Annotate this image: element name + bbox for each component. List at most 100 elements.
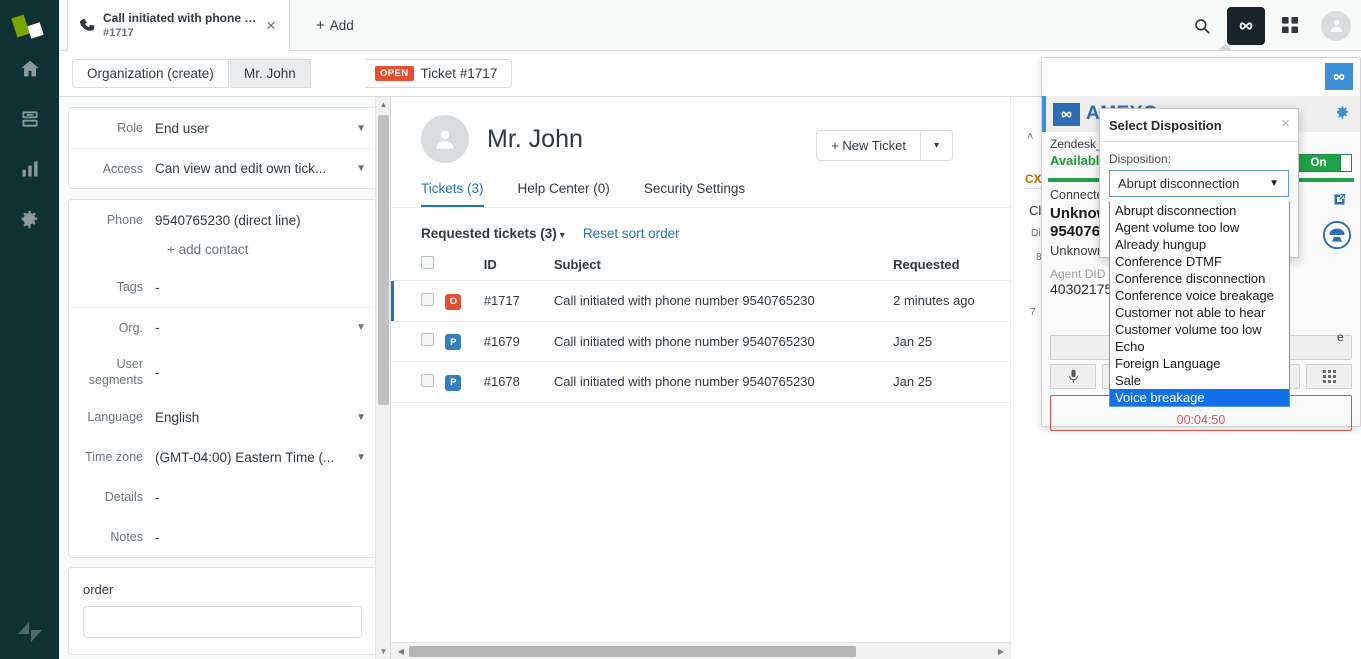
chevron-down-icon[interactable]: ▼ [350, 322, 366, 333]
scroll-right-icon[interactable]: ▶ [993, 643, 1009, 659]
option-customer-volume-too-low[interactable]: Customer volume too low [1110, 321, 1289, 338]
tab-security-settings[interactable]: Security Settings [644, 181, 745, 207]
option-customer-not-able-to-hear[interactable]: Customer not able to hear [1110, 304, 1289, 321]
scroll-down-icon[interactable]: ▼ [376, 644, 390, 659]
ameyo-infinity-icon[interactable] [1227, 6, 1265, 45]
chevron-down-icon[interactable]: ▼ [350, 163, 366, 174]
row-checkbox[interactable] [421, 373, 434, 387]
row-requested: 2 minutes ago [893, 280, 1011, 322]
add-contact-button[interactable]: + add contact [69, 240, 376, 267]
row-id[interactable]: #1717 [483, 280, 554, 322]
option-sale[interactable]: Sale [1110, 372, 1289, 389]
field-org[interactable]: Org. - ▼ [69, 307, 376, 347]
option-already-hungup[interactable]: Already hungup [1110, 236, 1289, 253]
phone-icon[interactable] [1322, 220, 1352, 253]
row-id[interactable]: #1678 [483, 361, 554, 403]
option-voice-breakage[interactable]: Voice breakage [1110, 389, 1289, 406]
user-avatar[interactable] [1321, 10, 1351, 41]
select-all-checkbox[interactable] [421, 256, 434, 269]
breadcrumb-item-ticket[interactable]: OPEN Ticket #1717 [365, 59, 513, 88]
main-horizontal-scrollbar[interactable]: ◀ ▶ [391, 642, 1011, 659]
field-label: Time zone [85, 450, 143, 464]
gear-icon[interactable] [1335, 105, 1350, 123]
ticket-tab[interactable]: Call initiated with phone nu... #1717 × [67, 0, 290, 51]
user-role-card: Role End user ▼ Access Can view and edit… [68, 107, 377, 189]
tab-tickets[interactable]: Tickets (3) [421, 181, 484, 207]
chevron-down-icon[interactable]: ▼ [350, 412, 366, 423]
mute-button[interactable] [1050, 364, 1096, 389]
ameyo-logo-icon [1053, 102, 1080, 126]
field-value: - [155, 529, 160, 545]
option-abrupt-disconnection[interactable]: Abrupt disconnection [1110, 202, 1289, 219]
left-panel-scrollbar[interactable]: ▲ ▼ [375, 97, 390, 659]
breadcrumb-item-user[interactable]: Mr. John [230, 59, 311, 88]
cl-label: Cl [1029, 203, 1042, 218]
field-phone[interactable]: Phone 9540765230 (direct line) [69, 200, 376, 240]
row-subject[interactable]: Call initiated with phone number 9540765… [553, 361, 894, 403]
field-time-zone[interactable]: Time zone (GMT-04:00) Eastern Time (... … [69, 437, 376, 477]
tab-help-center[interactable]: Help Center (0) [518, 181, 610, 207]
field-value: - [155, 364, 160, 380]
requested-header[interactable]: Requested [893, 250, 1011, 281]
scrollbar-thumb[interactable] [378, 115, 389, 405]
admin-gear-icon[interactable] [7, 194, 53, 244]
new-ticket-button[interactable]: + New Ticket [816, 130, 921, 161]
ameyo-infinity-icon[interactable] [1325, 63, 1353, 90]
breadcrumb-label: Organization (create) [87, 66, 214, 81]
external-link-icon[interactable] [1332, 192, 1347, 210]
close-icon[interactable]: × [1281, 115, 1290, 132]
table-row[interactable]: O #1717 Call initiated with phone number… [391, 280, 1011, 322]
reset-sort-order-link[interactable]: Reset sort order [583, 226, 680, 241]
chevron-down-icon[interactable]: ▼ [350, 452, 366, 463]
scroll-up-icon[interactable]: ▲ [376, 97, 390, 112]
dialpad-button[interactable] [1306, 364, 1352, 389]
field-role[interactable]: Role End user ▼ [69, 108, 376, 148]
field-language[interactable]: Language English ▼ [69, 397, 376, 437]
row-checkbox[interactable] [421, 333, 434, 347]
home-icon[interactable] [7, 44, 53, 94]
call-timer: 00:04:50 [1176, 413, 1226, 427]
scrollbar-thumb[interactable] [409, 646, 856, 657]
row-subject[interactable]: Call initiated with phone number 9540765… [553, 321, 894, 362]
id-header[interactable]: ID [483, 250, 554, 281]
reporting-icon[interactable] [7, 144, 53, 194]
row-subject[interactable]: Call initiated with phone number 9540765… [553, 280, 894, 322]
field-tags[interactable]: Tags - [69, 267, 376, 307]
option-conference-dtmf[interactable]: Conference DTMF [1110, 253, 1289, 270]
option-foreign-language[interactable]: Foreign Language [1110, 355, 1289, 372]
oncall-toggle[interactable]: On [1296, 154, 1352, 172]
option-echo[interactable]: Echo [1110, 338, 1289, 355]
apps-grid-icon[interactable] [1271, 7, 1309, 45]
scroll-left-icon[interactable]: ◀ [393, 643, 409, 659]
requested-tickets-label[interactable]: Requested tickets (3) ▾ [421, 226, 565, 241]
collapse-caret-icon[interactable]: ˄ [1027, 131, 1033, 143]
search-icon[interactable] [1183, 7, 1221, 45]
add-tab-button[interactable]: + Add [306, 0, 364, 51]
option-conference-disconnection[interactable]: Conference disconnection [1110, 270, 1289, 287]
table-row[interactable]: P #1678 Call initiated with phone number… [391, 361, 1011, 403]
field-value: 9540765230 (direct line) [155, 212, 301, 228]
disposition-select[interactable]: Abrupt disconnection ▼ [1109, 170, 1289, 197]
field-details[interactable]: Details - [69, 477, 376, 517]
option-conference-voice-breakage[interactable]: Conference voice breakage [1110, 287, 1289, 304]
field-access[interactable]: Access Can view and edit own tick... ▼ [69, 148, 376, 188]
row-checkbox[interactable] [421, 292, 434, 306]
status-badge: OPEN [375, 66, 414, 81]
breadcrumb-label: Mr. John [244, 66, 296, 81]
toggle-knob [1340, 155, 1351, 171]
row-status-cell: P [445, 321, 484, 362]
field-label: Access [102, 161, 143, 176]
order-input[interactable] [83, 606, 362, 638]
field-notes[interactable]: Notes - [69, 517, 376, 557]
close-tab-icon[interactable]: × [261, 16, 281, 35]
disposition-option-list[interactable]: Abrupt disconnection Agent volume too lo… [1109, 201, 1290, 407]
views-icon[interactable] [7, 94, 53, 144]
breadcrumb-item-organization[interactable]: Organization (create) [72, 59, 229, 88]
row-id[interactable]: #1679 [483, 321, 554, 362]
new-ticket-dropdown-icon[interactable]: ▾ [921, 130, 953, 161]
table-row[interactable]: P #1679 Call initiated with phone number… [391, 321, 1011, 362]
option-agent-volume-too-low[interactable]: Agent volume too low [1110, 219, 1289, 236]
chevron-down-icon[interactable]: ▼ [350, 123, 366, 134]
subject-header[interactable]: Subject [553, 250, 894, 281]
field-user-segments[interactable]: User segments - [69, 347, 376, 397]
